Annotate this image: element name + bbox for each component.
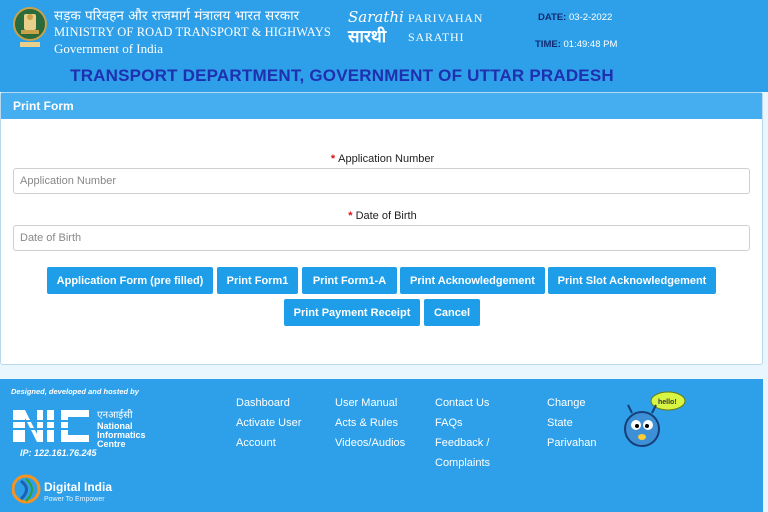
required-marker: * [330,153,336,165]
application-number-input[interactable] [13,168,750,194]
time-label: TIME: [535,39,561,50]
print-form-card: Print Form *Application Number *Date of … [0,92,763,365]
digital-india-tagline: Power To Empower [44,496,105,503]
digital-india-logo: Digital India Power To Empower [12,474,112,504]
footer-link-complaints[interactable]: Complaints [435,457,490,469]
application-number-label: * Application Number [330,153,435,165]
footer-link-dashboard[interactable]: Dashboard [236,397,290,409]
nic-logo: एनआईसी National Informatics Centre [13,409,146,449]
footer-link-parivahan[interactable]: Parivahan [547,437,597,449]
print-form1-button[interactable]: Print Form1 [217,267,298,294]
print-acknowledgement-button[interactable]: Print Acknowledgement [400,267,545,294]
ip-address: IP: 122.161.76.245 [20,448,97,458]
sarathi-logo-text: Sarathi [348,8,404,26]
print-slot-acknowledgement-button[interactable]: Print Slot Acknowledgement [548,267,716,294]
footer-link-faqs[interactable]: FAQs [435,417,463,429]
date-display: DATE: 03-2-2022 [538,12,612,23]
national-emblem-icon [13,7,47,47]
nic-hindi-text: एनआईसी [97,409,133,421]
footer-link-activate-user[interactable]: Activate User [236,417,301,429]
card-title: Print Form [13,99,74,113]
digital-india-text: Digital India [44,480,112,494]
designed-by-text: Designed, developed and hosted by [11,387,139,396]
date-of-birth-input[interactable] [13,225,750,251]
ministry-english-title: MINISTRY OF ROAD TRANSPORT & HIGHWAYS [54,25,331,39]
svg-text:सारथी: सारथी [347,26,387,46]
footer-link-state[interactable]: State [547,417,573,429]
application-form-prefilled-button[interactable]: Application Form (pre filled) [47,267,213,294]
footer: Designed, developed and hosted by एनआईसी… [0,379,763,512]
time-display: TIME: 01:49:48 PM [535,39,617,50]
mascot-bubble-text: hello! [658,399,677,406]
government-of-india-text: Government of India [54,41,164,56]
footer-link-videos-audios[interactable]: Videos/Audios [335,437,405,449]
footer-link-contact-us[interactable]: Contact Us [435,397,489,409]
nic-line3: Centre [97,439,126,449]
sarathi-logo: Sarathi सारथी [347,8,404,46]
page: सड़क परिवहन और राजमार्ग मंत्रालय भारत सर… [0,0,768,512]
time-value: 01:49:48 PM [563,39,618,50]
ministry-hindi-title: सड़क परिवहन और राजमार्ग मंत्रालय भारत सर… [54,8,300,24]
footer-link-account[interactable]: Account [236,437,276,449]
date-of-birth-label: * Date of Birth [348,210,417,222]
date-value: 03-2-2022 [568,12,613,23]
department-title: TRANSPORT DEPARTMENT, GOVERNMENT OF UTTA… [70,66,614,85]
footer-link-feedback[interactable]: Feedback / [435,437,489,449]
footer-link-acts-rules[interactable]: Acts & Rules [335,417,398,429]
sarathi-label: SARATHI [408,30,465,44]
print-form1a-button[interactable]: Print Form1-A [302,267,397,294]
parivahan-label: PARIVAHAN [408,11,484,25]
header: सड़क परिवहन और राजमार्ग मंत्रालय भारत सर… [0,0,768,92]
footer-link-change[interactable]: Change [547,397,586,409]
mascot-hello-icon[interactable]: hello! [618,391,688,451]
cancel-button[interactable]: Cancel [424,299,480,326]
date-label: DATE: [538,12,567,23]
required-marker: * [348,210,353,222]
print-payment-receipt-button[interactable]: Print Payment Receipt [284,299,420,326]
footer-link-user-manual[interactable]: User Manual [335,397,397,409]
card-header: Print Form [1,93,762,119]
